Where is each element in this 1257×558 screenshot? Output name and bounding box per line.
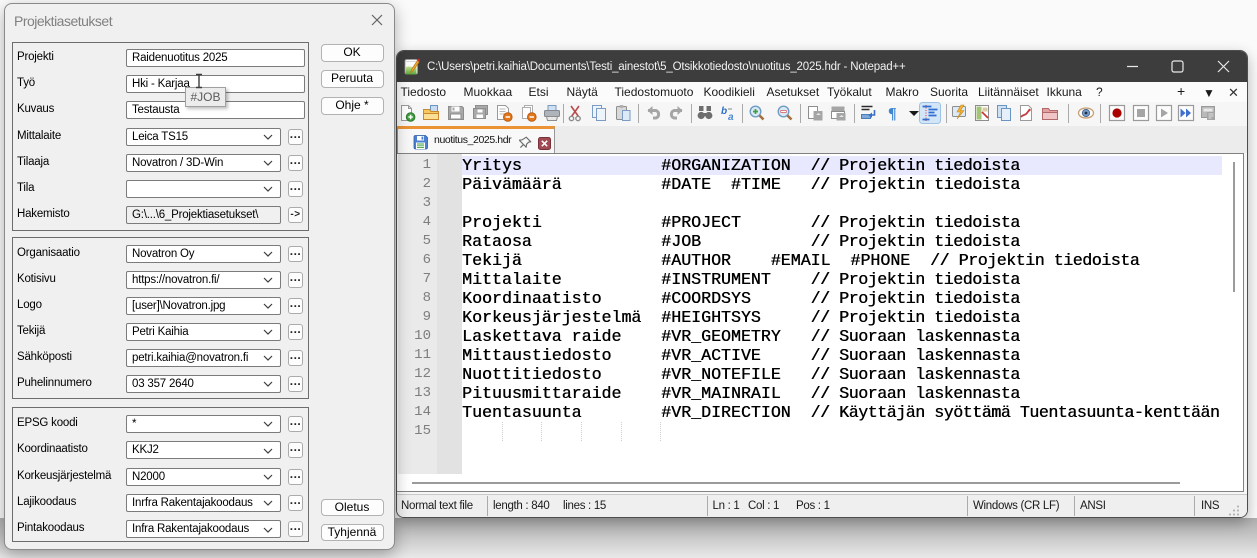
- svg-text:¶: ¶: [888, 105, 897, 122]
- svg-text:b: b: [721, 106, 727, 117]
- svg-text:a: a: [728, 112, 734, 122]
